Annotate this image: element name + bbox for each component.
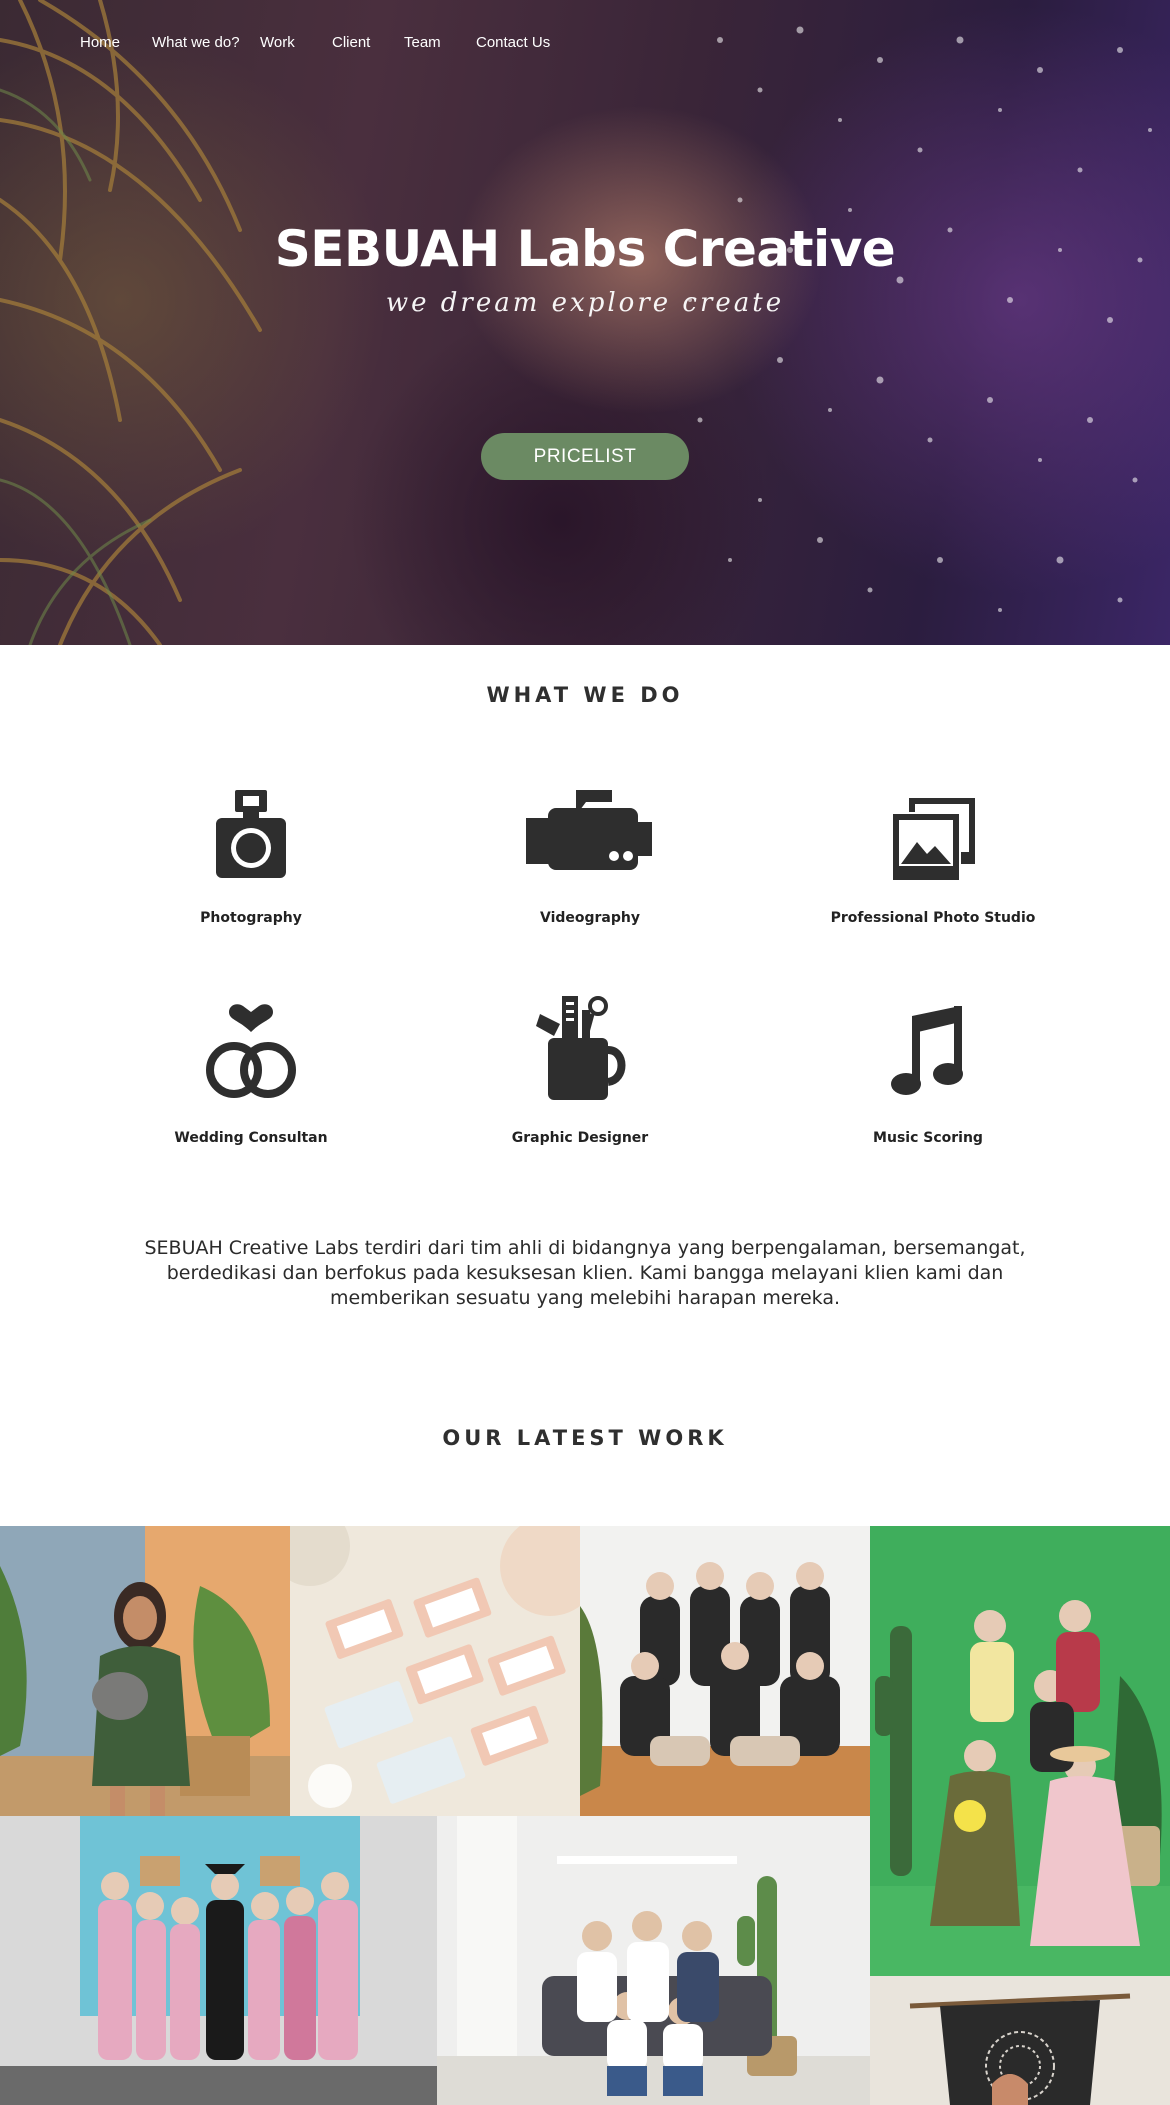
about-description: SEBUAH Creative Labs terdiri dari tim ah… <box>144 1237 1026 1309</box>
design-tools-icon <box>536 996 626 1100</box>
hero-title: SEBUAH Labs Creative <box>274 220 896 278</box>
nav-client-link[interactable]: Client <box>332 34 370 51</box>
service-photo-studio: Professional Photo Studio <box>773 780 1093 926</box>
nav-team-link[interactable]: Team <box>404 34 441 51</box>
hijab-group-photo[interactable] <box>580 1526 870 1816</box>
nav-work-link[interactable]: Work <box>260 34 295 51</box>
service-photography: Photography <box>91 780 411 926</box>
graduation-group-photo[interactable] <box>0 1816 437 2105</box>
eyelash-product-photo[interactable] <box>290 1526 580 1816</box>
nav-home-link[interactable]: Home <box>80 34 120 51</box>
nav-what-we-do-link[interactable]: What we do? <box>152 34 240 51</box>
service-label: Graphic Designer <box>511 1130 649 1146</box>
hero-tagline: we dream explore create <box>385 288 785 318</box>
video-camera-icon <box>526 790 652 870</box>
wedding-rings-icon <box>206 1004 296 1098</box>
green-studio-group-photo[interactable] <box>870 1526 1170 1976</box>
woman-with-cat-photo[interactable] <box>0 1526 290 1816</box>
service-wedding-consultan: Wedding Consultan <box>91 1000 411 1146</box>
main-navigation: Home What we do? Work Client Team Contac… <box>0 0 1170 90</box>
latest-work-heading: OUR LATEST WORK <box>442 1426 728 1450</box>
what-we-do-heading: WHAT WE DO <box>486 683 684 707</box>
service-label: Photography <box>200 910 302 926</box>
pricelist-button[interactable]: PRICELIST <box>481 433 689 480</box>
hero-banner: Home What we do? Work Client Team Contac… <box>0 0 1170 645</box>
camera-icon <box>216 790 286 878</box>
service-label: Videography <box>539 910 640 926</box>
service-graphic-designer: Graphic Designer <box>420 990 740 1146</box>
service-label: Music Scoring <box>873 1130 983 1146</box>
service-videography: Videography <box>430 780 750 926</box>
music-note-icon <box>891 1006 963 1095</box>
family-sofa-photo[interactable] <box>437 1816 870 2105</box>
service-label: Professional Photo Studio <box>830 910 1036 926</box>
service-label: Wedding Consultan <box>174 1130 328 1146</box>
rain-drops-decoration <box>688 26 1152 612</box>
photos-icon <box>891 798 975 882</box>
macrame-portrait-photo[interactable] <box>870 1976 1170 2105</box>
service-music-scoring: Music Scoring <box>768 1000 1088 1146</box>
nav-contact-us-link[interactable]: Contact Us <box>476 34 550 51</box>
